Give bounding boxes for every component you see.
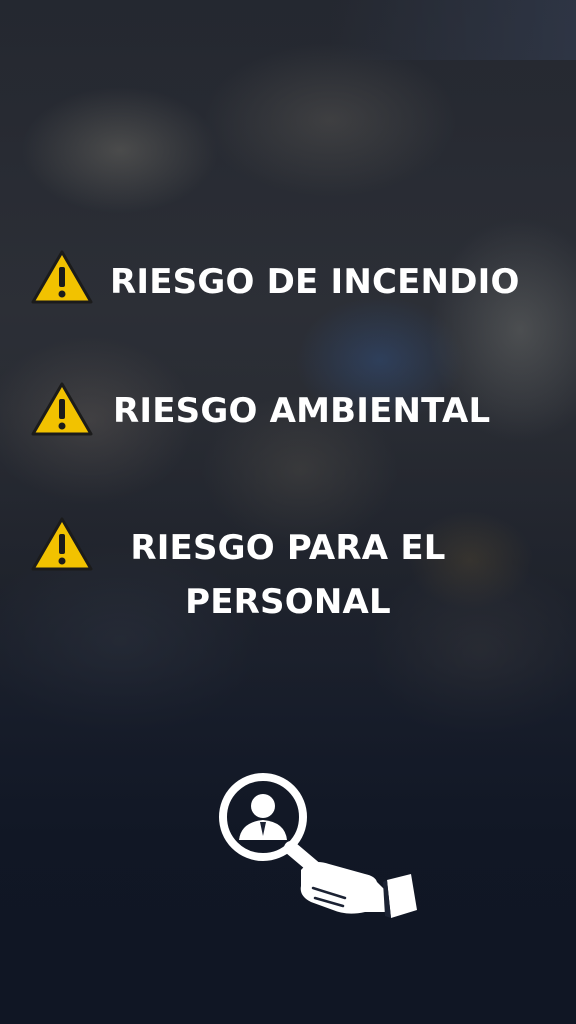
magnifier-person-search-icon	[219, 773, 417, 918]
risk-label-fire: RIESGO DE INCENDIO	[110, 262, 520, 302]
warning-icon	[31, 517, 93, 571]
warning-icon	[31, 382, 93, 436]
risk-label-personnel: RIESGO PARA EL PERSONAL	[130, 528, 446, 622]
warning-icon	[31, 250, 93, 304]
risk-label-environmental: RIESGO AMBIENTAL	[113, 391, 491, 431]
